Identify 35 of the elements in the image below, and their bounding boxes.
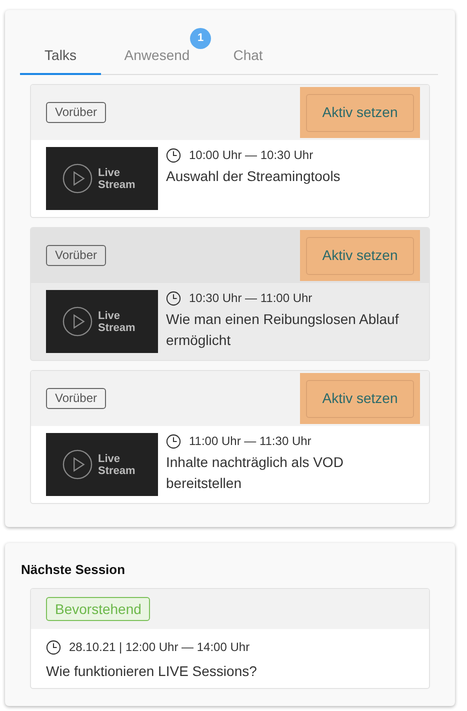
talk-card[interactable]: Vorüber Aktiv setzen Live Stream 11:00 Uhr — 11:30 Uhr Inhalte nachträglich als VOD bereitstellen xyxy=(30,370,430,504)
notification-badge: 1 xyxy=(190,28,211,49)
clock-icon xyxy=(166,290,181,306)
activate-button[interactable]: Aktiv setzen xyxy=(300,230,420,281)
talk-card[interactable]: Vorüber Aktiv setzen Live Stream 10:00 Uhr — 10:30 Uhr Auswahl der Streamingtools xyxy=(30,84,430,218)
status-tag: Vorüber xyxy=(46,102,106,123)
thumbnail-label: Stream xyxy=(98,178,136,190)
clock-icon xyxy=(46,640,61,654)
tab[interactable]: Chat xyxy=(213,38,283,75)
activate-button[interactable]: Aktiv setzen xyxy=(300,87,420,138)
time-range: 28.10.21 | 12:00 Uhr — 14:00 Uhr xyxy=(69,639,250,656)
thumbnail-label: Live xyxy=(98,166,122,178)
tab[interactable]: Talks xyxy=(20,38,101,75)
clock-icon xyxy=(166,148,181,162)
time-range: 11:00 Uhr — 11:30 Uhr xyxy=(189,433,312,450)
session-title: Wie funktionieren LIVE Sessions? xyxy=(46,662,258,681)
play-icon xyxy=(62,306,93,337)
time-range: 10:30 Uhr — 11:00 Uhr xyxy=(189,290,312,307)
play-icon xyxy=(62,449,93,480)
section-heading: Nächste Session xyxy=(21,562,126,578)
time-range: 10:00 Uhr — 10:30 Uhr xyxy=(189,147,314,164)
thumbnail-label: Stream xyxy=(98,322,136,334)
activate-button[interactable]: Aktiv setzen xyxy=(300,373,420,424)
thumbnail-label: Live xyxy=(98,452,122,464)
thumbnail-label: Stream xyxy=(98,464,136,476)
talk-title: Inhalte nachträglich als VOD bereitstellen xyxy=(166,453,344,493)
status-tag: Vorüber xyxy=(46,388,106,409)
talk-title: Auswahl der Streamingtools xyxy=(166,167,342,186)
status-tag: Bevorstehend xyxy=(46,597,150,621)
play-icon xyxy=(62,163,93,194)
clock-icon xyxy=(166,434,181,448)
talk-title: Wie man einen Reibungslosen Ablauf ermöglicht xyxy=(166,310,400,350)
thumbnail-label: Live xyxy=(98,310,122,322)
talk-card[interactable]: Vorüber Aktiv setzen Live Stream 10:30 Uhr — 11:00 Uhr Wie man einen Reibungslosen Ablauf ermöglicht xyxy=(30,227,430,361)
status-tag: Vorüber xyxy=(46,245,106,266)
